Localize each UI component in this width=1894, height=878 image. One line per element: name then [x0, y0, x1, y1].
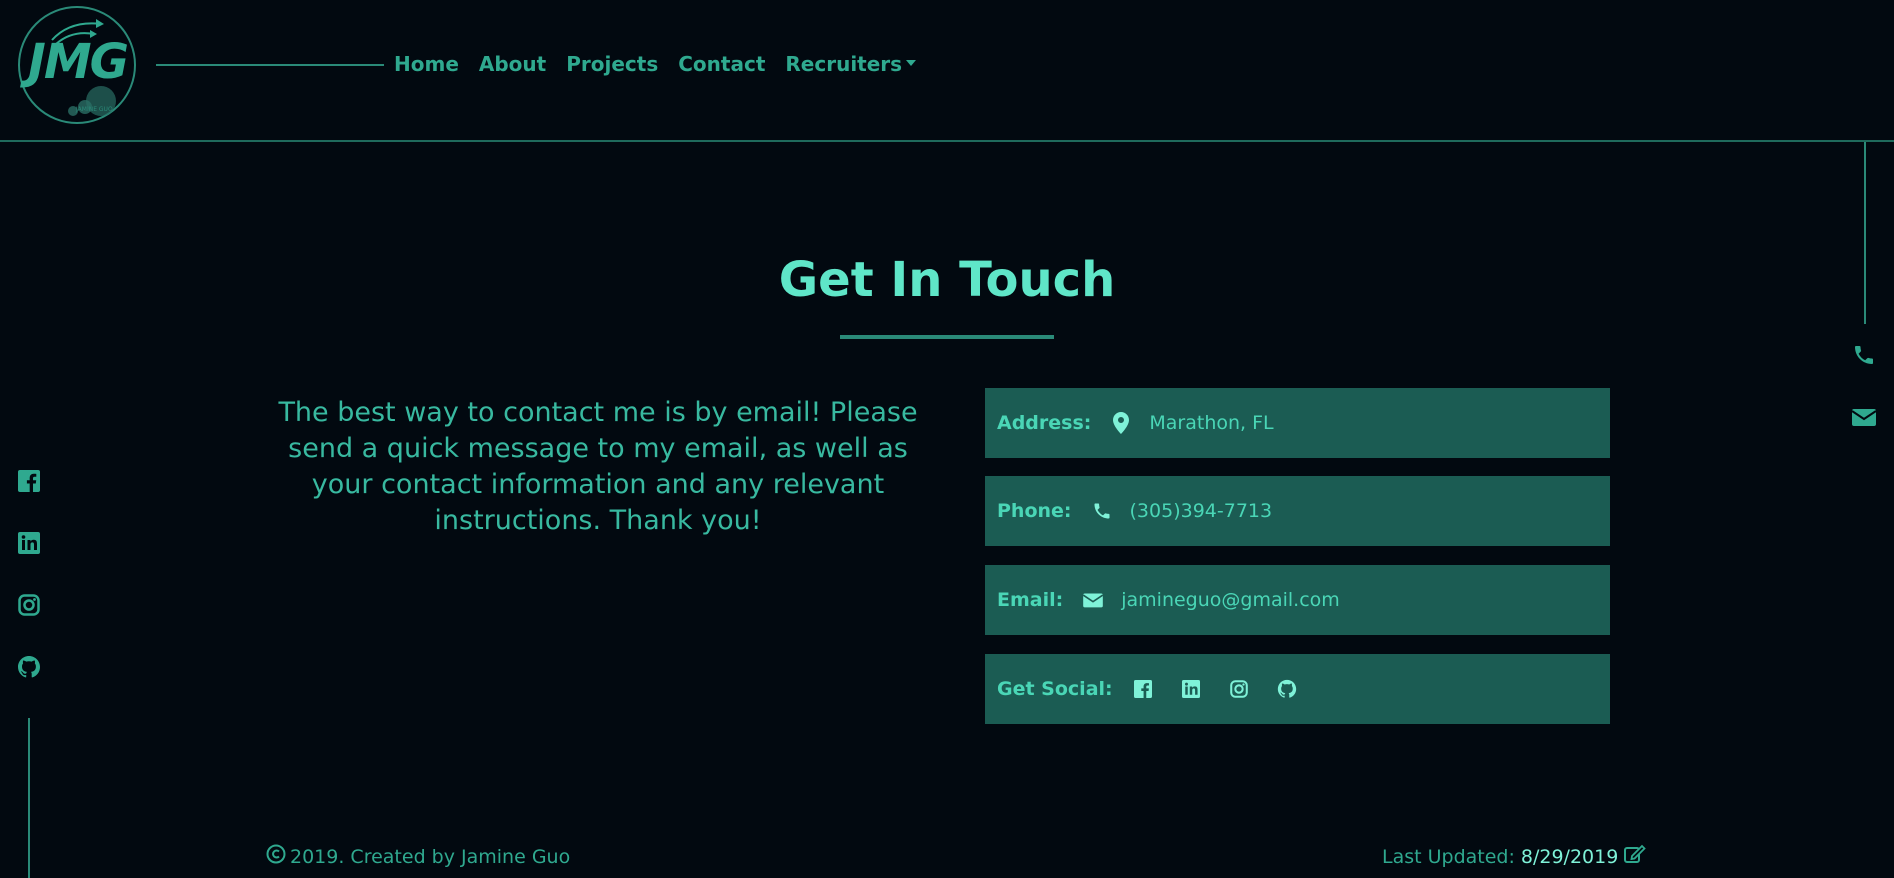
- logo-subtext: JAMINE GUO: [76, 106, 113, 113]
- nav-about-link[interactable]: About: [479, 52, 546, 76]
- facebook-icon[interactable]: [1131, 677, 1155, 701]
- site-logo[interactable]: JMG JAMINE GUO: [18, 6, 136, 124]
- nav-recruiters-dropdown[interactable]: Recruiters: [785, 52, 917, 76]
- email-card: Email: jamineguo@gmail.com: [985, 565, 1610, 635]
- footer-copyright: 2019. Created by Jamine Guo: [266, 844, 570, 869]
- phone-label: Phone:: [997, 500, 1072, 522]
- sidebar-facebook-icon[interactable]: [16, 468, 42, 494]
- title-underline: [840, 335, 1054, 339]
- last-updated-date: 8/29/2019: [1520, 845, 1619, 868]
- page-title: Get In Touch: [778, 252, 1116, 308]
- intro-text: The best way to contact me is by email! …: [278, 397, 918, 536]
- sidebar-linkedin-icon[interactable]: [16, 530, 42, 556]
- sidebar-phone-icon[interactable]: [1851, 342, 1877, 368]
- address-value: Marathon, FL: [1149, 412, 1274, 434]
- phone-value[interactable]: (305)394-7713: [1130, 500, 1273, 522]
- copyright-text: 2019. Created by Jamine Guo: [290, 845, 571, 868]
- phone-card: Phone: (305)394-7713: [985, 476, 1610, 546]
- footer-last-updated: Last Updated: 8/29/2019: [1382, 844, 1647, 869]
- nav-contact-link[interactable]: Contact: [678, 52, 765, 76]
- map-marker-icon: [1109, 411, 1133, 435]
- last-updated-label: Last Updated:: [1382, 845, 1515, 868]
- nav-recruiters-label: Recruiters: [785, 52, 903, 76]
- nav-projects-link[interactable]: Projects: [566, 52, 658, 76]
- email-value[interactable]: jamineguo@gmail.com: [1121, 589, 1340, 611]
- left-sidebar-line: [28, 718, 30, 878]
- copyright-icon: [266, 844, 286, 869]
- email-label: Email:: [997, 589, 1064, 611]
- edit-icon[interactable]: [1624, 844, 1647, 869]
- envelope-icon: [1081, 588, 1105, 612]
- address-label: Address:: [997, 412, 1092, 434]
- sidebar-envelope-icon[interactable]: [1851, 404, 1877, 430]
- site-header: JMG JAMINE GUO Home About Projects Conta…: [0, 0, 1894, 142]
- social-label: Get Social:: [997, 678, 1113, 700]
- sidebar-instagram-icon[interactable]: [16, 592, 42, 618]
- address-card: Address: Marathon, FL: [985, 388, 1610, 458]
- linkedin-icon[interactable]: [1179, 677, 1203, 701]
- main-nav: Home About Projects Contact Recruiters: [394, 52, 917, 76]
- github-icon[interactable]: [1275, 677, 1299, 701]
- nav-home-link[interactable]: Home: [394, 52, 459, 76]
- nav-divider-line: [156, 64, 384, 66]
- social-card: Get Social:: [985, 654, 1610, 724]
- social-links: [1131, 677, 1299, 701]
- logo-text: JMG: [28, 34, 129, 90]
- instagram-icon[interactable]: [1227, 677, 1251, 701]
- phone-icon: [1090, 499, 1114, 523]
- caret-down-icon: [906, 59, 917, 66]
- sidebar-github-icon[interactable]: [16, 654, 42, 680]
